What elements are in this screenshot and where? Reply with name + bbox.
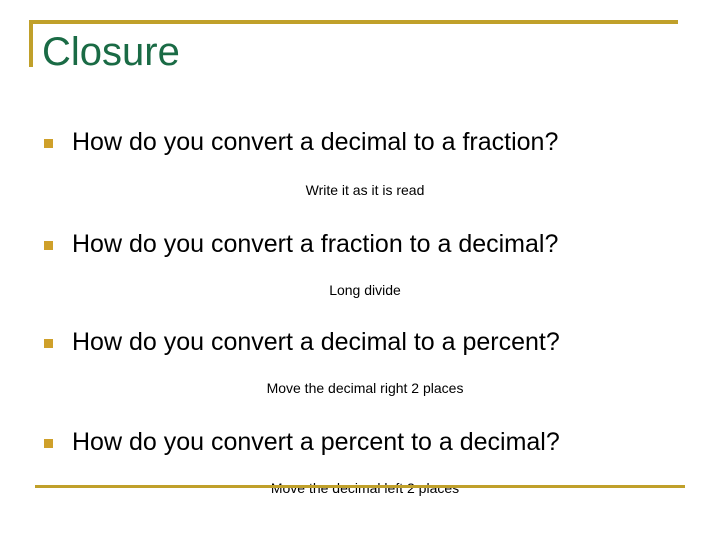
slide-body: How do you convert a decimal to a fracti…	[0, 118, 720, 506]
list-item: How do you convert a fraction to a decim…	[0, 220, 720, 272]
footer-rule	[35, 485, 685, 488]
square-bullet-icon	[44, 139, 53, 148]
bullet-answer-4: Move the decimal left 2 places	[270, 480, 460, 496]
square-bullet-icon	[44, 339, 53, 348]
page-title: Closure	[42, 30, 180, 74]
bullet-question-4: How do you convert a percent to a decima…	[72, 428, 560, 456]
title-left-rule	[29, 20, 33, 67]
list-item: How do you convert a decimal to a fracti…	[0, 118, 720, 170]
list-item: How do you convert a decimal to a percen…	[0, 318, 720, 370]
bullet-answer-1: Write it as it is read	[305, 182, 425, 198]
bullet-question-2: How do you convert a fraction to a decim…	[72, 230, 559, 258]
slide-canvas: Closure How do you convert a decimal to …	[0, 0, 720, 540]
list-item: How do you convert a percent to a decima…	[0, 418, 720, 470]
square-bullet-icon	[44, 439, 53, 448]
title-top-rule	[29, 20, 678, 24]
bullet-answer-2: Long divide	[329, 282, 401, 298]
square-bullet-icon	[44, 241, 53, 250]
bullet-question-1: How do you convert a decimal to a fracti…	[72, 128, 559, 156]
bullet-question-3: How do you convert a decimal to a percen…	[72, 328, 560, 356]
bullet-answer-3: Move the decimal right 2 places	[266, 380, 464, 396]
